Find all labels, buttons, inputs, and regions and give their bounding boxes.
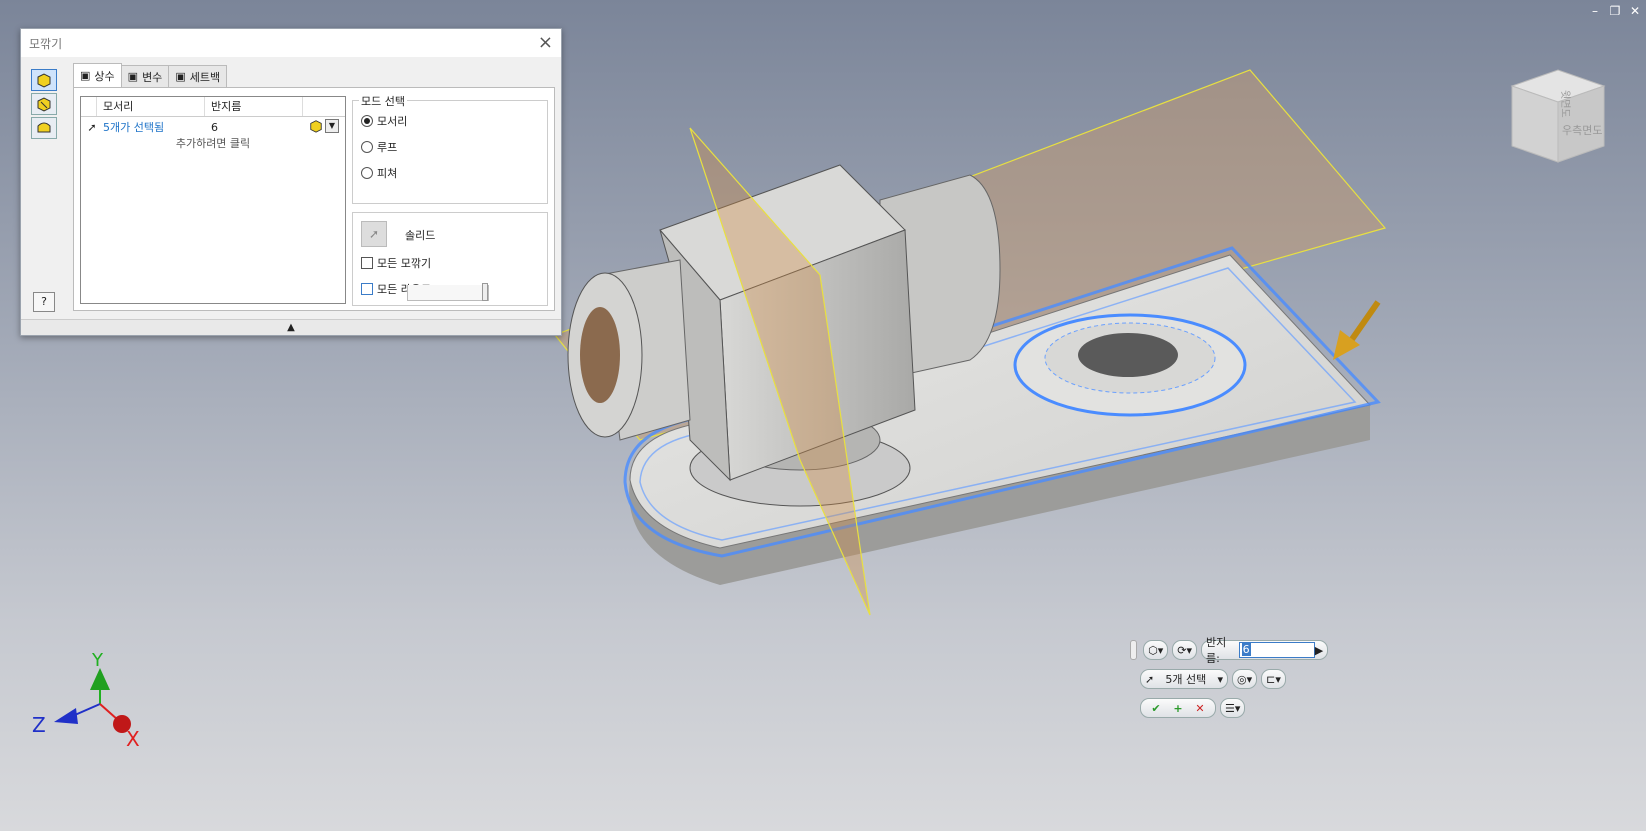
radius-input[interactable]: 6 [1238, 642, 1315, 658]
select-arrow-icon: ➚ [87, 120, 97, 134]
dialog-titlebar[interactable]: 모깎기 × [21, 29, 561, 57]
y-axis-cone [90, 668, 110, 690]
help-button[interactable]: ? [33, 292, 55, 312]
y-axis-label: Y [91, 650, 104, 671]
fillet-type-icons [31, 69, 61, 141]
measure-icon[interactable] [309, 119, 323, 136]
tangent-options-dropdown[interactable]: ◎▾ [1232, 669, 1258, 689]
radius-label: 반지름: [1206, 636, 1227, 665]
options-menu-dropdown[interactable]: ☰▾ [1220, 698, 1246, 718]
radius-expand-icon[interactable]: ▶ [1315, 644, 1323, 657]
through-hole [1078, 333, 1178, 377]
selection-dropdown[interactable]: ➚ 5개 선택 ▾ [1140, 669, 1228, 689]
radius-dropdown-icon[interactable]: ▼ [325, 119, 339, 133]
add-set-icon: ⟳▾ [1177, 643, 1193, 657]
radio-feature[interactable] [361, 167, 373, 179]
corner-icon: ⊏▾ [1266, 672, 1281, 686]
solid-select-button[interactable]: ➚ [361, 221, 387, 247]
dialog-title: 모깎기 [29, 37, 63, 51]
column-radius: 반지름 [205, 97, 303, 116]
expand-arrow-icon: ▲ [287, 322, 295, 333]
tab-constant-label: 상수 [94, 69, 115, 83]
tab-variable[interactable]: ▣ 변수 [120, 65, 170, 87]
mode-loop-label: 루프 [377, 141, 398, 154]
ok-apply-cancel-group: ✔ + ✕ [1140, 698, 1216, 718]
restore-icon[interactable]: ❐ [1608, 4, 1622, 18]
selection-cursor-icon: ➚ [1145, 672, 1155, 686]
z-axis-label: Z [32, 713, 46, 737]
variable-tab-icon: ▣ [127, 70, 139, 83]
cylinder-left-bore [580, 307, 620, 403]
full-round-fillet-icon[interactable] [31, 117, 57, 139]
dialog-tabs: ▣ 상수 ▣ 변수 ▣ 세트백 [73, 63, 228, 87]
column-edge: 모서리 [97, 97, 205, 116]
setback-tab-icon: ▣ [175, 70, 186, 83]
mode-edge-label: 모서리 [377, 115, 408, 128]
x-axis-line [99, 703, 119, 721]
toolbar-grip[interactable] [1130, 640, 1138, 660]
mode-feature-label: 피쳐 [377, 167, 398, 180]
face-fillet-icon[interactable] [31, 93, 57, 115]
table-row[interactable]: ➚ 5개가 선택됨 6 ▼ [81, 117, 345, 137]
all-fillets-option[interactable]: 모든 모깎기 [361, 255, 431, 271]
corner-options-dropdown[interactable]: ⊏▾ [1261, 669, 1286, 689]
view-cube-top-label[interactable]: 윗면도 [1559, 90, 1571, 118]
tab-variable-label: 변수 [142, 70, 163, 84]
radius-control: 반지름: 6 ▶ [1201, 636, 1329, 665]
add-row-hint[interactable]: 추가하려면 클릭 [81, 135, 345, 151]
mode-group-label: 모드 선택 [359, 93, 407, 109]
edge-fillet-icon[interactable] [31, 69, 57, 91]
radio-edge[interactable] [361, 115, 373, 127]
ok-check-icon[interactable]: ✔ [1151, 702, 1160, 715]
all-fillets-label: 모든 모깎기 [377, 257, 432, 270]
solid-label: 솔리드 [405, 229, 436, 242]
fillet-mode-dropdown[interactable]: ⬡▾ [1143, 640, 1169, 660]
selection-count: 5개 선택 [1165, 673, 1207, 686]
view-cube-right-label[interactable]: 우측면도 [1562, 124, 1602, 137]
tab-constant[interactable]: ▣ 상수 [73, 63, 122, 87]
mode-edge-radio[interactable]: 모서리 [361, 113, 407, 129]
dialog-resize-track[interactable] [407, 283, 489, 301]
tangent-icon: ◎▾ [1237, 672, 1253, 686]
radius-input-value[interactable]: 6 [1241, 643, 1251, 656]
z-axis-cone [54, 708, 78, 724]
table-header: 모서리 반지름 [81, 97, 345, 117]
solid-group: ➚ 솔리드 모든 모깎기 모든 라운드 [352, 212, 548, 306]
apply-plus-icon[interactable]: + [1173, 702, 1182, 715]
close-window-icon[interactable]: ✕ [1628, 4, 1642, 18]
radius-value[interactable]: 6 [211, 121, 301, 134]
tab-content: 모서리 반지름 ➚ 5개가 선택됨 6 ▼ 추가하려면 클릭 모드 선택 모서리… [73, 87, 555, 311]
resize-handle[interactable] [482, 283, 488, 301]
chevron-down-icon: ▾ [1217, 672, 1223, 686]
all-fillets-checkbox[interactable] [361, 257, 373, 269]
cancel-x-icon[interactable]: ✕ [1195, 702, 1204, 715]
list-menu-icon: ☰▾ [1225, 701, 1241, 715]
radius-pick: ▼ [309, 119, 339, 136]
window-controls: – ❐ ✕ [1588, 4, 1642, 18]
all-rounds-checkbox[interactable] [361, 283, 373, 295]
mini-toolbar-row-1: ⬡▾ ⟳▾ 반지름: 6 ▶ [1130, 636, 1332, 665]
view-cube[interactable]: 윗면도 우측면도 [1510, 68, 1606, 164]
cursor-arrow-icon: ➚ [368, 227, 380, 241]
edge-radius-table: 모서리 반지름 ➚ 5개가 선택됨 6 ▼ 추가하려면 클릭 [80, 96, 346, 304]
radio-loop[interactable] [361, 141, 373, 153]
axis-triad: Y Z X [28, 650, 168, 770]
tab-setback[interactable]: ▣ 세트백 [168, 65, 228, 87]
mode-feature-radio[interactable]: 피쳐 [361, 165, 397, 181]
edge-selection-value[interactable]: 5개가 선택됨 [103, 119, 211, 135]
mode-loop-radio[interactable]: 루프 [361, 139, 397, 155]
mini-toolbar-row-3: ✔ + ✕ ☰▾ [1140, 698, 1249, 718]
tab-setback-label: 세트백 [189, 70, 221, 84]
add-set-dropdown[interactable]: ⟳▾ [1172, 640, 1198, 660]
dialog-close-icon[interactable]: × [538, 32, 553, 53]
fillet-dialog: 모깎기 × ? ▣ 상수 ▣ 변수 ▣ 세트백 모서리 반지름 ➚ 5개가 선택… [20, 28, 562, 336]
x-axis-label: X [126, 727, 140, 751]
solid-mode-icon: ⬡▾ [1148, 643, 1164, 657]
mini-toolbar-row-2: ➚ 5개 선택 ▾ ◎▾ ⊏▾ [1140, 669, 1290, 689]
minimize-icon[interactable]: – [1588, 4, 1602, 18]
expand-dialog-button[interactable]: ▲ [21, 319, 561, 335]
constant-tab-icon: ▣ [80, 69, 91, 82]
direction-arrow-icon[interactable] [1333, 300, 1381, 360]
mode-selection-group: 모드 선택 모서리 루프 피쳐 [352, 93, 548, 204]
